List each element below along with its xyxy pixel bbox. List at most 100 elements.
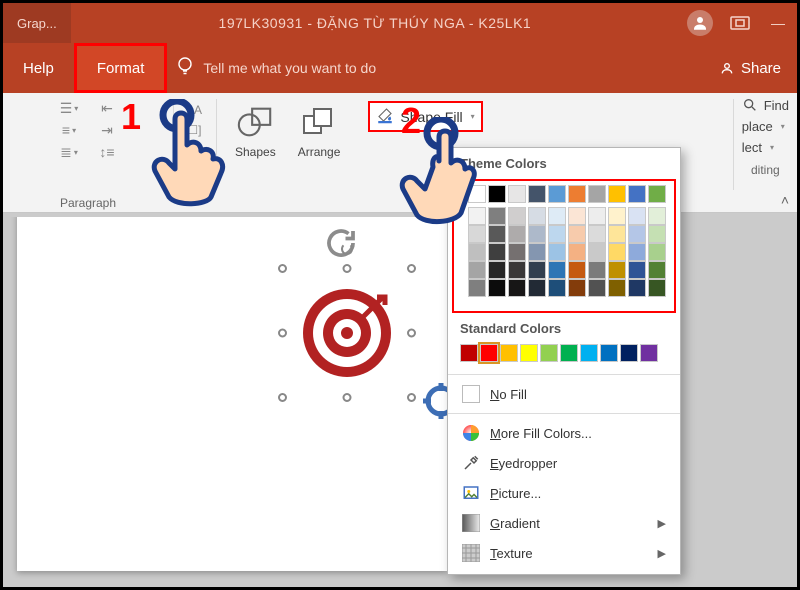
color-swatch[interactable] — [548, 261, 566, 279]
color-swatch[interactable] — [608, 185, 626, 203]
color-swatch[interactable] — [628, 279, 646, 297]
color-swatch[interactable] — [528, 185, 546, 203]
eyedropper-option[interactable]: Eyedropper — [448, 448, 680, 478]
color-swatch[interactable] — [468, 225, 486, 243]
color-swatch[interactable] — [488, 261, 506, 279]
color-swatch[interactable] — [528, 261, 546, 279]
replace-button[interactable]: place▾ — [742, 119, 789, 134]
resize-handle[interactable] — [278, 393, 287, 402]
color-swatch[interactable] — [628, 207, 646, 225]
color-swatch[interactable] — [508, 243, 526, 261]
line-spacing-button[interactable]: ↕≡ — [93, 143, 121, 161]
resize-handle[interactable] — [343, 393, 352, 402]
color-swatch[interactable] — [560, 344, 578, 362]
resize-handle[interactable] — [278, 329, 287, 338]
more-fill-colors-option[interactable]: More Fill Colors... — [448, 418, 680, 448]
shapes-button[interactable]: Shapes — [227, 99, 284, 163]
color-swatch[interactable] — [648, 225, 666, 243]
color-swatch[interactable] — [580, 344, 598, 362]
color-swatch[interactable] — [548, 225, 566, 243]
resize-handle[interactable] — [407, 264, 416, 273]
color-swatch[interactable] — [568, 185, 586, 203]
color-swatch[interactable] — [548, 243, 566, 261]
color-swatch[interactable] — [588, 225, 606, 243]
color-swatch[interactable] — [608, 207, 626, 225]
color-swatch[interactable] — [640, 344, 658, 362]
display-mode-icon[interactable] — [721, 3, 759, 43]
color-swatch[interactable] — [508, 261, 526, 279]
color-swatch[interactable] — [468, 243, 486, 261]
user-avatar[interactable] — [687, 10, 713, 36]
rotation-handle[interactable] — [341, 243, 353, 255]
color-swatch[interactable] — [608, 261, 626, 279]
color-swatch[interactable] — [528, 207, 546, 225]
color-swatch[interactable] — [628, 261, 646, 279]
color-swatch[interactable] — [608, 243, 626, 261]
picture-fill-option[interactable]: Picture... — [448, 478, 680, 508]
no-fill-option[interactable]: No Fill — [448, 379, 680, 409]
color-swatch[interactable] — [540, 344, 558, 362]
resize-handle[interactable] — [407, 393, 416, 402]
color-swatch[interactable] — [548, 207, 566, 225]
color-swatch[interactable] — [568, 261, 586, 279]
minimize-icon[interactable]: — — [759, 3, 797, 43]
increase-indent-button[interactable]: ⇥ — [93, 121, 121, 139]
color-swatch[interactable] — [648, 185, 666, 203]
color-swatch[interactable] — [548, 185, 566, 203]
color-swatch[interactable] — [628, 243, 646, 261]
color-swatch[interactable] — [528, 279, 546, 297]
resize-handle[interactable] — [278, 264, 287, 273]
color-swatch[interactable] — [648, 279, 666, 297]
color-swatch[interactable] — [548, 279, 566, 297]
color-swatch[interactable] — [648, 243, 666, 261]
tab-format[interactable]: Format — [74, 43, 168, 93]
color-swatch[interactable] — [488, 279, 506, 297]
color-swatch[interactable] — [568, 225, 586, 243]
numbering-button[interactable]: ≡▾ — [55, 121, 83, 139]
resize-handle[interactable] — [407, 329, 416, 338]
color-swatch[interactable] — [568, 243, 586, 261]
color-swatch[interactable] — [508, 225, 526, 243]
color-swatch[interactable] — [588, 185, 606, 203]
color-swatch[interactable] — [648, 207, 666, 225]
color-swatch[interactable] — [508, 207, 526, 225]
color-swatch[interactable] — [468, 261, 486, 279]
color-swatch[interactable] — [500, 344, 518, 362]
color-swatch[interactable] — [628, 225, 646, 243]
collapse-ribbon-icon[interactable]: ˄ — [781, 192, 789, 208]
color-swatch[interactable] — [588, 243, 606, 261]
color-swatch[interactable] — [608, 225, 626, 243]
gradient-fill-option[interactable]: Gradient ▶ — [448, 508, 680, 538]
color-swatch[interactable] — [528, 225, 546, 243]
color-swatch[interactable] — [488, 185, 506, 203]
color-swatch[interactable] — [568, 279, 586, 297]
texture-fill-option[interactable]: Texture ▶ — [448, 538, 680, 568]
color-swatch[interactable] — [588, 279, 606, 297]
resize-handle[interactable] — [343, 264, 352, 273]
tell-me-search[interactable]: Tell me what you want to do — [177, 56, 376, 81]
arrange-button[interactable]: Arrange — [290, 99, 349, 163]
color-swatch[interactable] — [528, 243, 546, 261]
color-swatch[interactable] — [488, 225, 506, 243]
find-button[interactable]: Find — [742, 97, 789, 113]
color-swatch[interactable] — [588, 207, 606, 225]
selected-shape[interactable] — [283, 269, 411, 397]
decrease-indent-button[interactable]: ⇤ — [93, 99, 121, 117]
color-swatch[interactable] — [628, 185, 646, 203]
align-button[interactable]: ≣▾ — [55, 143, 83, 161]
color-swatch[interactable] — [488, 207, 506, 225]
select-button[interactable]: lect▾ — [742, 140, 789, 155]
color-swatch[interactable] — [620, 344, 638, 362]
color-swatch[interactable] — [648, 261, 666, 279]
color-swatch[interactable] — [608, 279, 626, 297]
color-swatch[interactable] — [508, 185, 526, 203]
color-swatch[interactable] — [480, 344, 498, 362]
bullets-button[interactable]: ☰▾ — [55, 99, 83, 117]
color-swatch[interactable] — [460, 344, 478, 362]
color-swatch[interactable] — [468, 279, 486, 297]
share-button[interactable]: Share — [703, 60, 797, 77]
color-swatch[interactable] — [588, 261, 606, 279]
color-swatch[interactable] — [600, 344, 618, 362]
tab-help[interactable]: Help — [3, 43, 74, 93]
color-swatch[interactable] — [568, 207, 586, 225]
